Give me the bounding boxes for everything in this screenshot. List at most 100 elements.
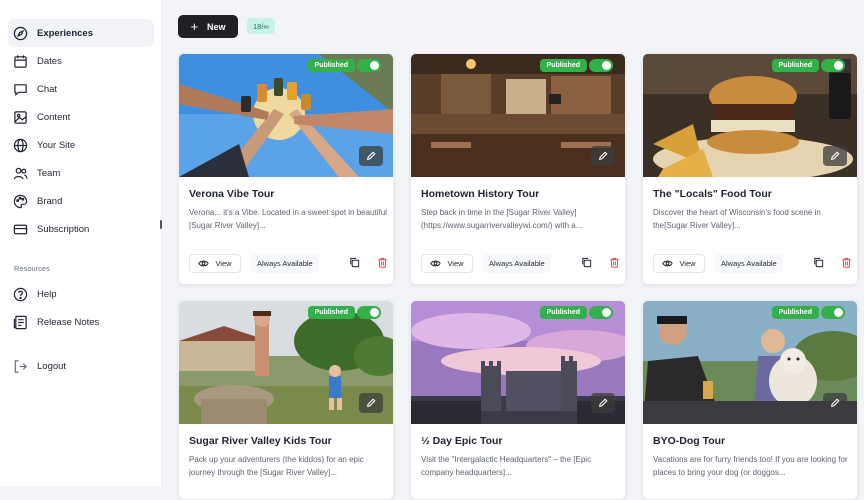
pencil-icon — [366, 151, 376, 161]
image-icon — [14, 110, 27, 124]
sidebar-item-dates[interactable]: Dates — [8, 47, 154, 75]
new-button-label: New — [207, 21, 226, 32]
card-description: Visit the "Intergalactic Headquarters" –… — [421, 455, 592, 477]
logout-label: Logout — [37, 360, 67, 372]
sidebar-item-label: Brand — [37, 195, 63, 207]
eye-icon — [662, 260, 674, 266]
eye-icon — [430, 260, 442, 266]
logout-icon — [14, 359, 27, 373]
publish-toggle[interactable] — [357, 306, 381, 319]
credit-card-icon — [13, 224, 28, 234]
edit-button[interactable] — [359, 146, 383, 166]
experience-card[interactable]: Published Sugar River Valley Kids Tour P… — [178, 300, 394, 500]
plus-icon: + — [190, 19, 199, 34]
pencil-icon — [830, 151, 840, 161]
experience-card[interactable]: Published ½ Day Epic Tour Visit the "Int… — [410, 300, 626, 500]
card-description: Verona... it's a Vibe. Located in a swee… — [189, 208, 387, 230]
card-title: Sugar River Valley Kids Tour — [189, 435, 332, 447]
publish-toggle[interactable] — [821, 59, 845, 72]
card-description: Step back in time in the [Sugar River Va… — [421, 208, 583, 230]
view-button[interactable]: View — [653, 253, 705, 273]
notes-icon — [13, 315, 27, 329]
sidebar: Experiences Dates Chat Content Your Site… — [0, 0, 162, 486]
card-description: Discover the heart of Wisconsin's food s… — [653, 208, 821, 230]
availability-label[interactable]: Always Available — [251, 253, 319, 273]
edit-button[interactable] — [591, 393, 615, 413]
copy-icon[interactable] — [349, 257, 360, 268]
publish-toggle[interactable] — [821, 306, 845, 319]
resources-nav: Help Release Notes — [8, 280, 154, 336]
experience-card[interactable]: Published BYO-Dog Tour Vacations are for… — [642, 300, 858, 500]
sidebar-item-label: Team — [37, 167, 61, 179]
edit-button[interactable] — [823, 393, 847, 413]
sidebar-item-release-notes[interactable]: Release Notes — [8, 308, 154, 336]
view-label: View — [679, 258, 696, 268]
sidebar-item-label: Dates — [37, 55, 62, 67]
status-badge: Published — [771, 59, 819, 72]
sidebar-item-experiences[interactable]: Experiences — [8, 19, 154, 47]
copy-icon[interactable] — [813, 257, 824, 268]
pencil-icon — [830, 398, 840, 408]
view-label: View — [215, 258, 232, 268]
sidebar-item-label: Your Site — [37, 139, 76, 151]
trash-icon[interactable] — [377, 257, 388, 268]
availability-label[interactable]: Always Available — [483, 253, 551, 273]
logout-button[interactable]: Logout — [8, 352, 154, 380]
new-experience-button[interactable]: + New — [178, 15, 238, 38]
sidebar-item-your-site[interactable]: Your Site — [8, 131, 154, 159]
main-content: + New 18/∞ Published Verona Vibe Tour Ve… — [162, 0, 864, 500]
calendar-icon — [14, 54, 27, 68]
sidebar-item-label: Chat — [37, 83, 58, 95]
sidebar-nav: Experiences Dates Chat Content Your Site… — [8, 19, 154, 243]
experience-card[interactable]: Published Hometown History Tour Step bac… — [410, 53, 626, 285]
card-title: Hometown History Tour — [421, 188, 540, 200]
card-actions: View Always Available — [189, 253, 389, 273]
status-badge: Published — [307, 59, 355, 72]
chat-bubble-icon — [14, 83, 27, 96]
status-badge: Published — [539, 59, 587, 72]
sidebar-item-brand[interactable]: Brand — [8, 187, 154, 215]
card-description: Vacations are for furry friends too! If … — [653, 455, 848, 477]
edit-button[interactable] — [359, 393, 383, 413]
sidebar-item-content[interactable]: Content — [8, 103, 154, 131]
card-actions: View Always Available — [421, 253, 621, 273]
status-badge: Published — [539, 306, 587, 319]
sidebar-item-label: Help — [37, 288, 57, 300]
edit-button[interactable] — [591, 146, 615, 166]
logout-nav: Logout — [8, 352, 154, 380]
users-icon — [13, 167, 28, 179]
card-title: The "Locals" Food Tour — [653, 188, 772, 200]
experience-card[interactable]: Published Verona Vibe Tour Verona... it'… — [178, 53, 394, 285]
globe-icon — [13, 138, 28, 152]
view-button[interactable]: View — [421, 253, 473, 273]
card-title: BYO-Dog Tour — [653, 435, 726, 447]
question-circle-icon — [13, 287, 28, 301]
sidebar-item-label: Subscription — [37, 223, 90, 235]
sidebar-item-subscription[interactable]: Subscription — [8, 215, 154, 243]
view-label: View — [447, 258, 464, 268]
trash-icon[interactable] — [841, 257, 852, 268]
pencil-icon — [598, 151, 608, 161]
publish-toggle[interactable] — [357, 59, 381, 72]
sidebar-item-label: Release Notes — [37, 316, 100, 328]
card-description: Pack up your adventurers (the kiddos) fo… — [189, 455, 364, 477]
view-button[interactable]: View — [189, 253, 241, 273]
copy-icon[interactable] — [581, 257, 592, 268]
sidebar-item-team[interactable]: Team — [8, 159, 154, 187]
experience-card[interactable]: Published The "Locals" Food Tour Discove… — [642, 53, 858, 285]
sidebar-item-chat[interactable]: Chat — [8, 75, 154, 103]
pencil-icon — [598, 398, 608, 408]
sidebar-item-help[interactable]: Help — [8, 280, 154, 308]
publish-toggle[interactable] — [589, 306, 613, 319]
card-title: ½ Day Epic Tour — [421, 435, 503, 447]
publish-toggle[interactable] — [589, 59, 613, 72]
resources-section-label: Resources — [14, 264, 50, 273]
pencil-icon — [366, 398, 376, 408]
trash-icon[interactable] — [609, 257, 620, 268]
availability-label[interactable]: Always Available — [715, 253, 783, 273]
edit-button[interactable] — [823, 146, 847, 166]
palette-icon — [13, 194, 28, 208]
sidebar-item-label: Content — [37, 111, 71, 123]
card-actions: View Always Available — [653, 253, 853, 273]
experience-count-badge: 18/∞ — [247, 18, 275, 34]
